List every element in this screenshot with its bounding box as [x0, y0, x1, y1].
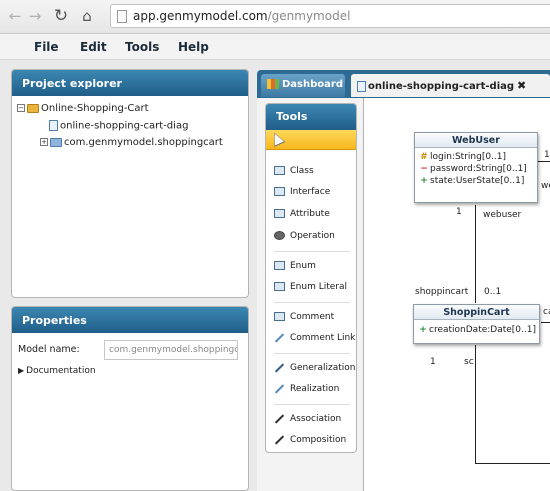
- browser-toolbar: ← → ↻ ⌂ app.genmymodel.com/genmymodel: [0, 0, 550, 34]
- expand-icon[interactable]: +: [40, 138, 48, 146]
- tool-enum-literal[interactable]: Enum Literal: [274, 282, 347, 292]
- tool-comment[interactable]: Comment: [274, 312, 334, 322]
- multiplicity-label: 0..1: [484, 287, 502, 297]
- properties-panel: Properties Model name: com.genmymodel.sh…: [11, 306, 249, 491]
- diagram-tab-icon: [357, 80, 366, 92]
- association-icon: [274, 413, 285, 424]
- class-attribute[interactable]: # login:String[0..1]: [415, 151, 537, 163]
- class-attribute[interactable]: + creationDate:Date[0..1]: [414, 324, 539, 336]
- generalization-icon: [274, 362, 285, 373]
- public-icon: +: [420, 176, 428, 186]
- multiplicity-label: 1: [544, 150, 550, 160]
- tool-comment-link[interactable]: Comment Link: [274, 332, 355, 343]
- realization-icon: [274, 383, 285, 394]
- project-explorer-panel: Project explorer − Online-Shopping-Cart o…: [11, 69, 249, 298]
- model-name-label: Model name:: [18, 344, 80, 355]
- tab-dashboard[interactable]: Dashboard: [261, 74, 345, 97]
- association-line[interactable]: [541, 322, 550, 323]
- expand-triangle-icon: ▶: [18, 366, 25, 375]
- documentation-toggle[interactable]: ▶ Documentation: [18, 365, 96, 377]
- package-icon: [50, 137, 62, 147]
- diagram-icon: [49, 120, 58, 131]
- menu-help[interactable]: Help: [178, 40, 209, 54]
- class-webuser[interactable]: WebUser # login:String[0..1] − password:St…: [414, 132, 538, 203]
- tool-interface[interactable]: Interface: [274, 187, 330, 197]
- attribute-icon: [274, 209, 285, 218]
- menu-tools[interactable]: Tools: [125, 40, 159, 54]
- tools-divider: [274, 404, 350, 405]
- association-line[interactable]: [475, 463, 550, 464]
- association-line[interactable]: [475, 205, 476, 303]
- tool-operation[interactable]: Operation: [274, 231, 335, 241]
- reload-icon[interactable]: ↻: [52, 6, 70, 26]
- collapse-icon[interactable]: −: [17, 104, 25, 112]
- composition-icon: [274, 434, 285, 445]
- tools-title: Tools: [266, 104, 356, 130]
- tools-palette: Tools Class Interface Attribute Operatio…: [265, 103, 357, 453]
- enum-icon: [274, 261, 285, 270]
- tool-association[interactable]: Association: [274, 413, 341, 424]
- class-name: WebUser: [415, 133, 537, 148]
- back-arrow-icon[interactable]: ←: [6, 6, 24, 26]
- role-label: shoppincart: [415, 287, 469, 297]
- select-tool[interactable]: [266, 130, 356, 150]
- properties-title: Properties: [12, 307, 248, 333]
- tree-item-project[interactable]: − Online-Shopping-Cart: [17, 103, 149, 115]
- class-name: ShoppinCart: [414, 305, 539, 320]
- private-icon: −: [420, 164, 428, 174]
- class-shoppincart[interactable]: ShoppinCart + creationDate:Date[0..1]: [413, 304, 540, 344]
- dashboard-icon: [267, 79, 279, 89]
- multiplicity-label: 1: [456, 207, 462, 217]
- enum-literal-icon: [274, 282, 285, 291]
- tool-generalization[interactable]: Generalization: [274, 362, 355, 373]
- home-icon[interactable]: ⌂: [78, 6, 96, 26]
- role-label: sc: [464, 357, 474, 367]
- class-attribute[interactable]: + state:UserState[0..1]: [415, 175, 537, 187]
- role-label: we: [541, 181, 550, 191]
- page-icon: [117, 10, 127, 23]
- role-label: ca: [543, 307, 550, 317]
- model-name-field[interactable]: com.genmymodel.shoppingca: [104, 340, 238, 360]
- tools-divider: [274, 353, 350, 354]
- comment-link-icon: [274, 332, 285, 343]
- tool-realization[interactable]: Realization: [274, 383, 339, 394]
- multiplicity-label: 1: [430, 357, 436, 367]
- class-icon: [274, 166, 285, 175]
- tool-enum[interactable]: Enum: [274, 261, 316, 271]
- comment-icon: [274, 312, 285, 321]
- project-folder-icon: [27, 103, 39, 113]
- association-line[interactable]: [538, 161, 550, 162]
- tree-item-diagram[interactable]: online-shopping-cart-diag: [49, 120, 188, 133]
- protected-icon: #: [420, 152, 428, 162]
- tool-attribute[interactable]: Attribute: [274, 209, 330, 219]
- tool-composition[interactable]: Composition: [274, 434, 346, 445]
- tab-diagram[interactable]: online-shopping-cart-diag ✖: [351, 74, 550, 97]
- menu-edit[interactable]: Edit: [80, 40, 107, 54]
- tool-class[interactable]: Class: [274, 166, 314, 176]
- menu-file[interactable]: File: [34, 40, 59, 54]
- tools-divider: [274, 302, 350, 303]
- interface-icon: [274, 187, 285, 196]
- menu-bar: File Edit Tools Help: [0, 34, 550, 60]
- public-icon: +: [419, 325, 427, 335]
- forward-arrow-icon[interactable]: →: [26, 6, 44, 26]
- class-attribute[interactable]: − password:String[0..1]: [415, 163, 537, 175]
- address-bar[interactable]: app.genmymodel.com/genmymodel: [110, 4, 550, 28]
- editor-tab-bar: Dashboard online-shopping-cart-diag ✖: [257, 70, 550, 98]
- close-tab-icon[interactable]: ✖: [517, 79, 526, 92]
- role-label: webuser: [483, 210, 522, 220]
- project-explorer-title: Project explorer: [12, 70, 248, 96]
- association-line[interactable]: [475, 345, 476, 463]
- tree-item-package[interactable]: + com.genmymodel.shoppingcart: [40, 137, 223, 149]
- gear-icon: [274, 231, 285, 240]
- url-text: app.genmymodel.com/genmymodel: [133, 9, 351, 23]
- tools-divider: [274, 251, 350, 252]
